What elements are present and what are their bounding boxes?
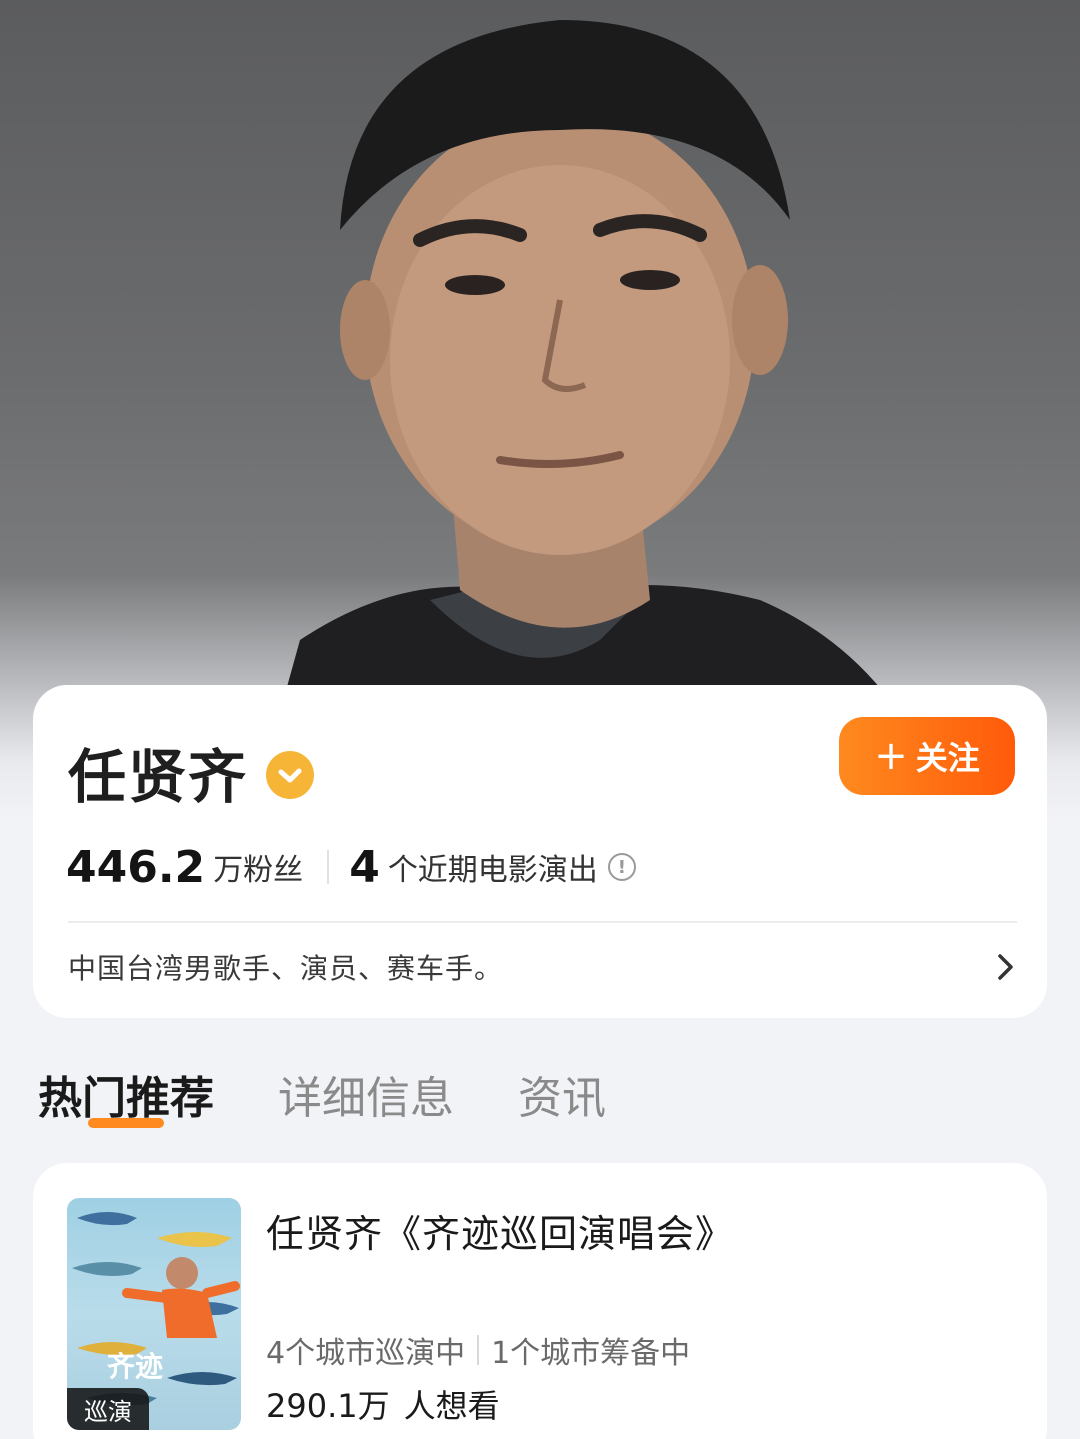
shows-count: 4: [349, 841, 380, 893]
artist-bio: 中国台湾男歌手、演员、赛车手。: [68, 952, 504, 985]
chevron-right-icon: [998, 954, 1013, 980]
card-divider: [68, 921, 1017, 923]
info-icon[interactable]: !: [607, 853, 636, 881]
content-tabs: 热门推荐 详细信息 资讯: [38, 1062, 670, 1128]
tab-details[interactable]: 详细信息: [278, 1062, 454, 1126]
bio-row[interactable]: 中国台湾男歌手、演员、赛车手。: [68, 947, 1017, 987]
stat-divider: [327, 850, 330, 884]
tour-badge: 巡演: [67, 1388, 149, 1430]
event-title[interactable]: 任贤齐《齐迹巡回演唱会》: [266, 1203, 734, 1258]
svg-text:齐迹: 齐迹: [107, 1350, 163, 1383]
event-poster[interactable]: 齐迹 巡演: [67, 1198, 241, 1430]
event-card[interactable]: 齐迹 巡演 任贤齐《齐迹巡回演唱会》 4个城市巡演中 1个城市筹备中 290.1…: [33, 1163, 1047, 1439]
name-row: 任贤齐: [68, 730, 315, 814]
tab-news[interactable]: 资讯: [518, 1062, 606, 1126]
fans-count: 446.2: [66, 841, 206, 893]
interest-count: 290.1万: [266, 1387, 390, 1425]
city-divider: [477, 1335, 480, 1365]
tab-hot-recommend[interactable]: 热门推荐: [38, 1062, 214, 1126]
preparing-cities: 1个城市筹备中: [491, 1336, 691, 1371]
stats-row: 446.2 万粉丝 4 个近期电影演出 !: [66, 840, 636, 894]
active-tab-indicator: [88, 1118, 164, 1128]
follow-button[interactable]: + 关注: [839, 717, 1015, 795]
shows-label: 个近期电影演出: [387, 853, 598, 888]
event-cities: 4个城市巡演中 1个城市筹备中: [266, 1328, 690, 1372]
interest-label: 人想看: [403, 1387, 500, 1425]
plus-icon: +: [874, 733, 908, 779]
event-interest: 290.1万 人想看: [266, 1381, 500, 1427]
touring-cities: 4个城市巡演中: [266, 1336, 466, 1371]
verified-check-icon: [266, 751, 315, 799]
follow-label: 关注: [915, 739, 980, 777]
artist-name: 任贤齐: [68, 743, 249, 811]
artist-profile-card: 任贤齐 + 关注 446.2 万粉丝 4 个近期电影演出 ! 中国台湾男歌手、演…: [33, 685, 1047, 1018]
fans-label: 万粉丝: [213, 853, 304, 888]
